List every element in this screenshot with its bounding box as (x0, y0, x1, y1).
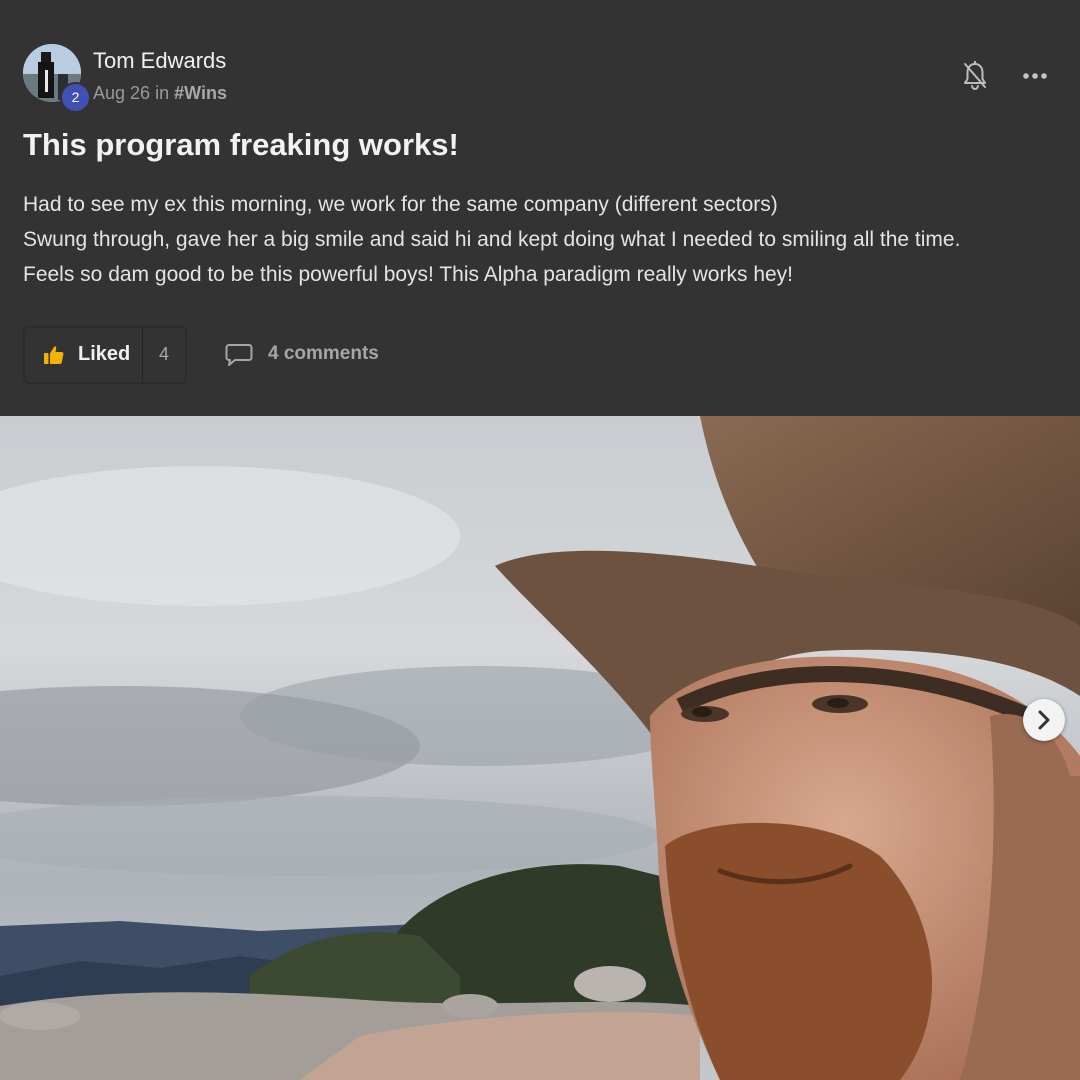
next-image-button[interactable] (1023, 699, 1065, 741)
level-badge: 2 (60, 82, 91, 113)
in-label: in (155, 83, 170, 103)
post-body-line: Had to see my ex this morning, we work f… (23, 193, 778, 216)
chevron-right-icon (1038, 710, 1050, 730)
post-title: This program freaking works! (23, 127, 459, 162)
post-body-line: Swung through, gave her a big smile and … (23, 228, 961, 251)
bell-off-icon (964, 61, 986, 91)
post-body-line: Feels so dam good to be this powerful bo… (23, 263, 794, 286)
more-options-button[interactable] (1017, 58, 1053, 94)
like-label: Liked (78, 343, 131, 365)
post-photo[interactable] (0, 416, 1080, 1080)
more-horizontal-icon (1023, 73, 1047, 79)
like-count[interactable]: 4 (142, 344, 186, 365)
post-date: Aug 26 (93, 83, 151, 103)
comment-icon (225, 344, 253, 366)
channel-link[interactable]: #Wins (174, 83, 227, 103)
post-body: Had to see my ex this morning, we work f… (23, 187, 1068, 292)
like-button[interactable]: Liked 4 (23, 326, 187, 384)
comments-button[interactable]: 4 comments (225, 326, 425, 382)
author-name[interactable]: Tom Edwards (93, 48, 226, 74)
post-meta: Aug 26 in #Wins (93, 83, 227, 104)
post-actions: Liked 4 4 comments (23, 326, 623, 384)
post-card: 2 Tom Edwards Aug 26 in #Wins This progr… (0, 0, 1080, 1080)
author-avatar-wrapper[interactable]: 2 (23, 44, 91, 113)
photo-image (0, 416, 1080, 1080)
notification-bell-button[interactable] (957, 58, 993, 94)
post-header: 2 Tom Edwards Aug 26 in #Wins (23, 44, 1057, 113)
comments-label: 4 comments (268, 343, 379, 364)
thumbs-up-icon (44, 346, 64, 364)
